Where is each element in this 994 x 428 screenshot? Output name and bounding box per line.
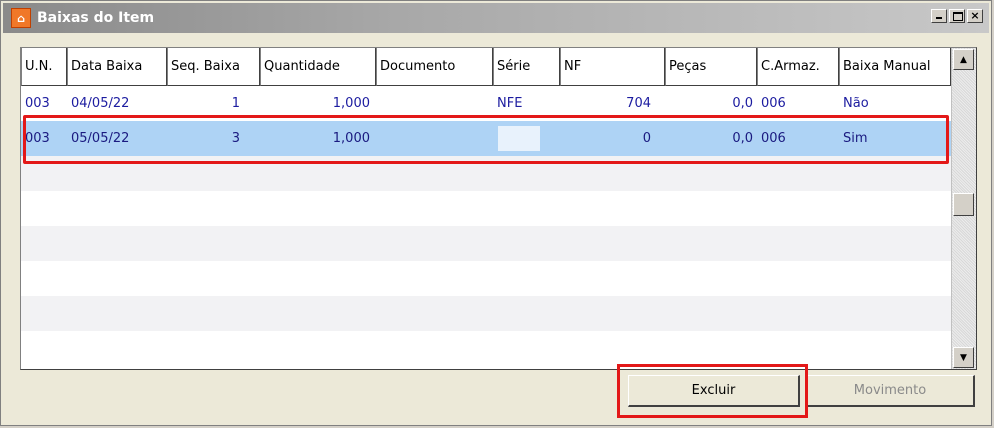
baixas-grid[interactable]: U.N. Data Baixa Seq. Baixa Quantidade Do… (20, 47, 977, 370)
cell-pecas: 0,0 (732, 131, 753, 146)
excluir-button[interactable]: Excluir (628, 375, 800, 407)
vertical-scrollbar[interactable]: ▲ ▼ (951, 48, 976, 369)
column-header-c-armaz[interactable]: C.Armaz. (757, 48, 839, 86)
close-button[interactable]: × (967, 9, 983, 23)
movimento-button[interactable]: Movimento (806, 375, 975, 407)
cell-c-armaz: 006 (761, 131, 786, 146)
column-header-pecas[interactable]: Peças (665, 48, 757, 86)
table-row-empty (21, 296, 951, 331)
column-header-documento[interactable]: Documento (376, 48, 493, 86)
cell-pecas: 0,0 (732, 96, 753, 111)
column-header-baixa-manual[interactable]: Baixa Manual (839, 48, 951, 86)
cell-baixa-manual: Sim (843, 131, 868, 146)
table-row-selected[interactable]: 003 05/05/22 3 1,000 0 0,0 006 Sim (21, 121, 951, 156)
table-row-empty (21, 331, 951, 342)
cell-quantidade: 1,000 (332, 96, 370, 111)
window-title: Baixas do Item (37, 10, 155, 26)
minimize-button[interactable] (931, 9, 947, 23)
table-row-empty (21, 156, 951, 191)
cell-seq-baixa: 3 (231, 131, 240, 146)
scroll-up-icon[interactable]: ▲ (953, 49, 974, 70)
column-header-data-baixa[interactable]: Data Baixa (67, 48, 167, 86)
cell-data-baixa: 05/05/22 (71, 131, 130, 146)
grid-rows: 003 04/05/22 1 1,000 NFE 704 0,0 006 Não… (21, 86, 951, 342)
table-row-empty (21, 191, 951, 226)
cell-baixa-manual: Não (843, 96, 869, 111)
serie-edit-box[interactable] (498, 126, 540, 151)
maximize-button[interactable] (949, 9, 965, 23)
scroll-thumb[interactable] (953, 193, 974, 216)
column-header-un[interactable]: U.N. (21, 48, 67, 86)
grid-header: U.N. Data Baixa Seq. Baixa Quantidade Do… (21, 48, 951, 86)
app-logo-icon: ⌂ (11, 8, 31, 28)
cell-seq-baixa: 1 (231, 96, 240, 111)
cell-data-baixa: 04/05/22 (71, 96, 130, 111)
table-row[interactable]: 003 04/05/22 1 1,000 NFE 704 0,0 006 Não (21, 86, 951, 121)
table-row-empty (21, 226, 951, 261)
cell-nf: 0 (642, 131, 651, 146)
scroll-down-icon[interactable]: ▼ (953, 347, 974, 368)
cell-nf: 704 (626, 96, 651, 111)
cell-quantidade: 1,000 (332, 131, 370, 146)
column-header-quantidade[interactable]: Quantidade (260, 48, 376, 86)
cell-un: 003 (25, 96, 50, 111)
column-header-serie[interactable]: Série (493, 48, 560, 86)
cell-serie: NFE (497, 96, 523, 111)
window-controls: × (931, 9, 983, 23)
title-bar[interactable]: ⌂ Baixas do Item × (3, 3, 989, 33)
cell-c-armaz: 006 (761, 96, 786, 111)
cell-un: 003 (25, 131, 50, 146)
column-header-seq-baixa[interactable]: Seq. Baixa (167, 48, 260, 86)
column-header-nf[interactable]: NF (560, 48, 665, 86)
table-row-empty (21, 261, 951, 296)
